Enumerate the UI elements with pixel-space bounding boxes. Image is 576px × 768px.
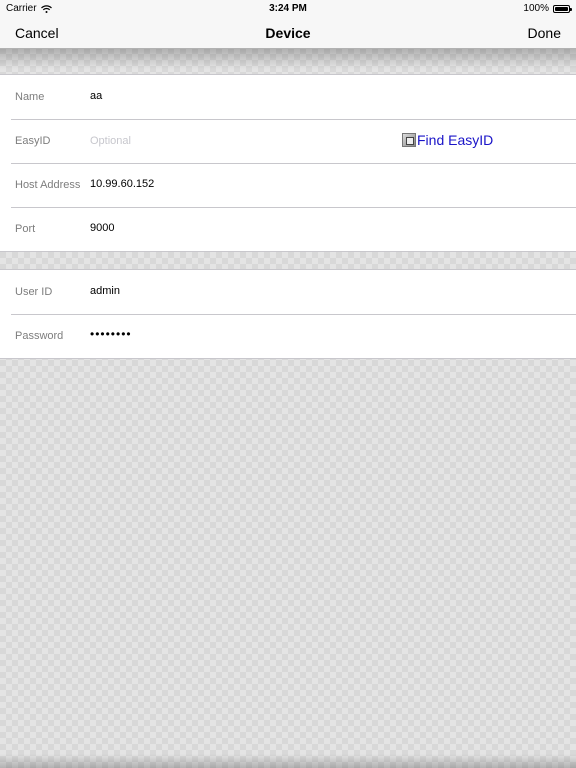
find-easyid-button[interactable]: Find EasyID [402,132,493,148]
user-id-field[interactable]: admin [90,285,120,297]
find-easyid-icon [402,133,416,147]
password-field[interactable]: •••••••• [90,327,132,341]
navigation-bar: Cancel Device Done [0,16,576,49]
status-time: 3:24 PM [269,3,307,14]
name-field[interactable]: aa [90,90,102,102]
easyid-field[interactable]: Optional [90,135,131,147]
port-label: Port [15,223,36,235]
auth-settings-group: User ID admin Password •••••••• [0,269,576,359]
name-row: Name aa [0,75,576,119]
easyid-label: EasyID [15,135,51,147]
port-row: Port 9000 [0,207,576,251]
battery-area: 100% [523,3,572,14]
device-settings-group: Name aa EasyID Optional Find EasyID Host… [0,74,576,252]
host-address-field[interactable]: 10.99.60.152 [90,178,154,190]
nav-shadow [0,49,576,69]
user-id-label: User ID [15,286,53,298]
find-easyid-label: Find EasyID [417,132,494,148]
port-field[interactable]: 9000 [90,222,114,234]
page-title: Device [265,25,311,41]
host-address-label: Host Address [15,179,81,191]
battery-percentage: 100% [523,3,549,14]
battery-icon [553,4,572,13]
password-row: Password •••••••• [0,314,576,358]
easyid-row: EasyID Optional Find EasyID [0,119,576,163]
user-id-row: User ID admin [0,270,576,314]
name-label: Name [15,91,45,103]
bottom-shadow [0,754,576,768]
host-address-row: Host Address 10.99.60.152 [0,163,576,207]
password-label: Password [15,330,64,342]
status-bar: Carrier 3:24 PM 100% [0,0,576,16]
done-button[interactable]: Done [528,25,561,41]
